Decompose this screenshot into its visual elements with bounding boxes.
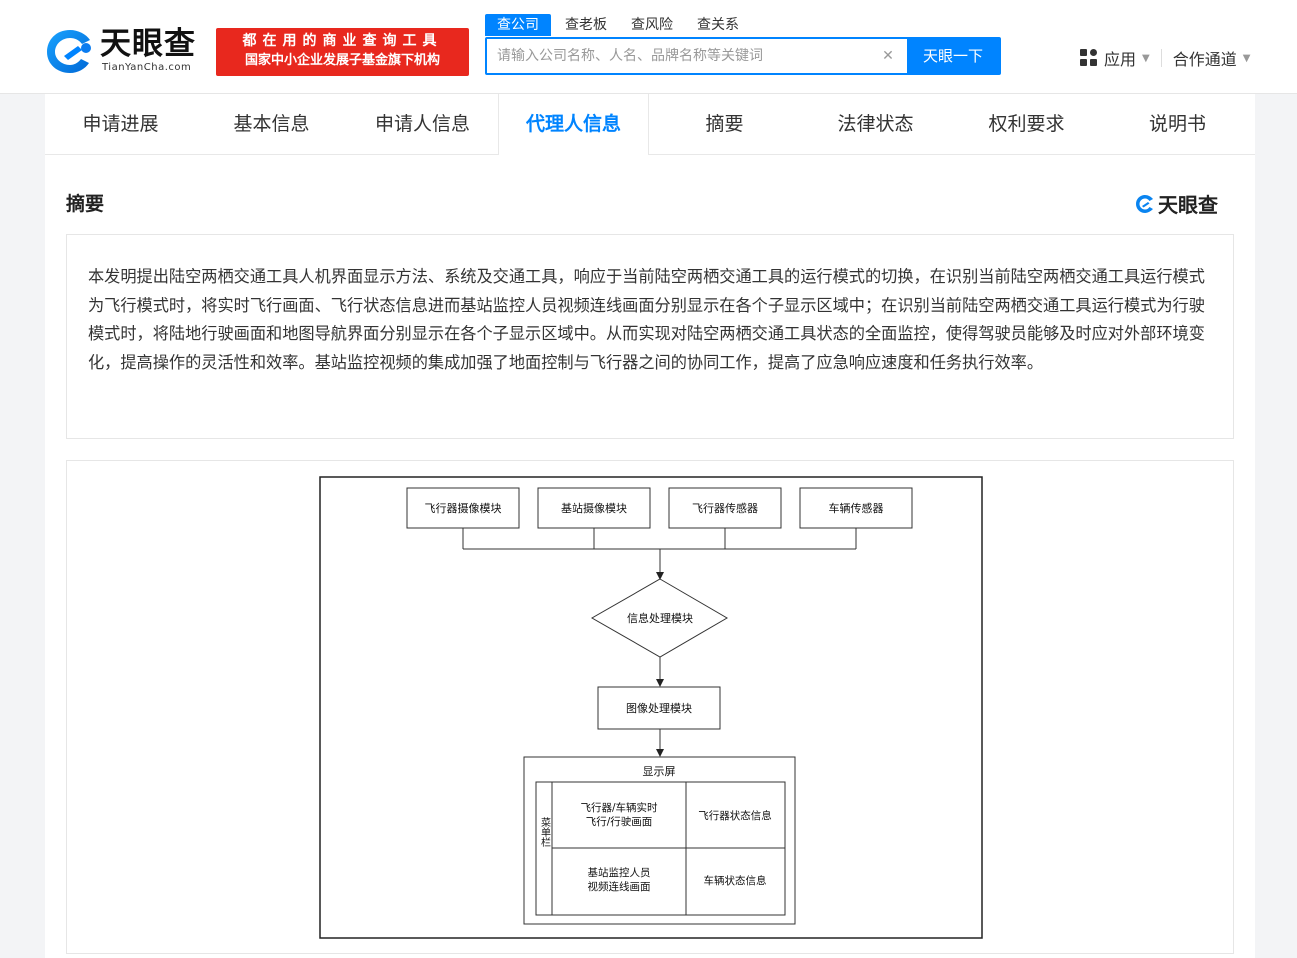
source-box: 车辆传感器 [799,487,913,529]
tianyancha-logo-icon [47,30,91,73]
search-box: ✕ 天眼一下 [485,37,1001,75]
logo-domain: TianYanCha.com [102,62,192,73]
detail-tabs: 申请进展 基本信息 申请人信息 代理人信息 摘要 法律状态 权利要求 说明书 [45,94,1255,155]
watermark-text: 天眼查 [1158,193,1218,217]
apps-menu[interactable]: 应用 ▼ [1080,46,1150,70]
partner-menu-label: 合作通道 [1172,50,1237,69]
source-label: 飞行器传感器 [692,502,758,515]
search-input[interactable] [487,39,877,73]
slogan-line-1: 都在用的商业查询工具 [242,33,443,49]
process-box: 图像处理模块 [597,686,721,730]
abstract-box: 本发明提出陆空两栖交通工具人机界面显示方法、系统及交通工具，响应于当前陆空两栖交… [66,234,1234,439]
cell-aircraft-status: 飞行器状态信息 [698,809,772,822]
search-tab-risk[interactable]: 查风险 [621,14,683,36]
system-diagram: 飞行器摄像模块 基站摄像模块 飞行器传感器 车辆传感器 信息处理模块 图像处理模… [319,476,983,939]
source-box: 飞行器摄像模块 [406,487,520,529]
nav-divider [1160,49,1162,67]
menu-bar-label: 菜单栏 [539,817,551,848]
source-label: 飞行器摄像模块 [425,501,502,515]
search-button[interactable]: 天眼一下 [907,39,999,73]
abstract-text: 本发明提出陆空两栖交通工具人机界面显示方法、系统及交通工具，响应于当前陆空两栖交… [88,267,1205,372]
source-box: 飞行器传感器 [668,487,782,529]
search-type-tabs: 查公司 查老板 查风险 查关系 [485,14,753,36]
slogan-line-2: 国家中小企业发展子基金旗下机构 [244,53,440,68]
top-header: 天眼查 TianYanCha.com 都在用的商业查询工具 国家中小企业发展子基… [0,0,1297,94]
patent-detail-card: 申请进展 基本信息 申请人信息 代理人信息 摘要 法律状态 权利要求 说明书 摘… [45,94,1255,958]
header-nav: 应用 ▼ 合作通道 ▼ [1080,46,1250,70]
cell-vehicle-status: 车辆状态信息 [704,874,767,887]
cell-realtime-line2: 飞行/行驶画面 [586,815,653,828]
tab-legal-status[interactable]: 法律状态 [800,94,951,154]
clear-icon[interactable]: ✕ [880,48,896,64]
search-tab-company[interactable]: 查公司 [485,14,551,36]
screen-title: 显示屏 [643,765,676,778]
source-label: 基站摄像模块 [561,501,627,515]
tab-application-progress[interactable]: 申请进展 [45,94,196,154]
cell-video-line2: 视频连线画面 [588,880,651,893]
watermark-logo: 天眼查 [1134,189,1218,218]
process-label: 图像处理模块 [626,702,692,715]
tab-agent-info[interactable]: 代理人信息 [498,94,649,155]
apps-grid-icon [1080,49,1098,67]
tab-applicant-info[interactable]: 申请人信息 [347,94,498,154]
tab-basic-info[interactable]: 基本信息 [196,94,347,154]
partner-menu[interactable]: 合作通道 ▼ [1173,46,1251,70]
site-logo[interactable]: 天眼查 TianYanCha.com [44,26,208,78]
logo-text: 天眼查 [100,26,196,62]
tab-description[interactable]: 说明书 [1102,94,1253,154]
cell-realtime-line1: 飞行器/车辆实时 [580,801,658,814]
source-label: 车辆传感器 [829,501,884,515]
caret-down-icon: ▼ [1142,52,1150,64]
caret-down-icon: ▼ [1242,52,1251,64]
tab-claims[interactable]: 权利要求 [951,94,1102,154]
section-title: 摘要 [66,193,105,215]
search-tab-boss[interactable]: 查老板 [555,14,617,36]
cell-video-line1: 基站监控人员 [588,866,651,879]
tianyancha-mark-icon [1136,194,1153,213]
slogan-banner: 都在用的商业查询工具 国家中小企业发展子基金旗下机构 [216,28,469,76]
tab-abstract[interactable]: 摘要 [649,94,800,154]
apps-menu-label: 应用 [1104,50,1137,69]
figure-box: 飞行器摄像模块 基站摄像模块 飞行器传感器 车辆传感器 信息处理模块 图像处理模… [66,460,1234,954]
search-tab-relation[interactable]: 查关系 [687,14,749,36]
decision-label: 信息处理模块 [627,611,693,625]
source-box: 基站摄像模块 [537,487,651,529]
display-screen: 显示屏 菜单栏 飞行器/车辆实时 飞行/行驶画面 飞行器状态信息 基站监控人员 … [523,756,796,925]
